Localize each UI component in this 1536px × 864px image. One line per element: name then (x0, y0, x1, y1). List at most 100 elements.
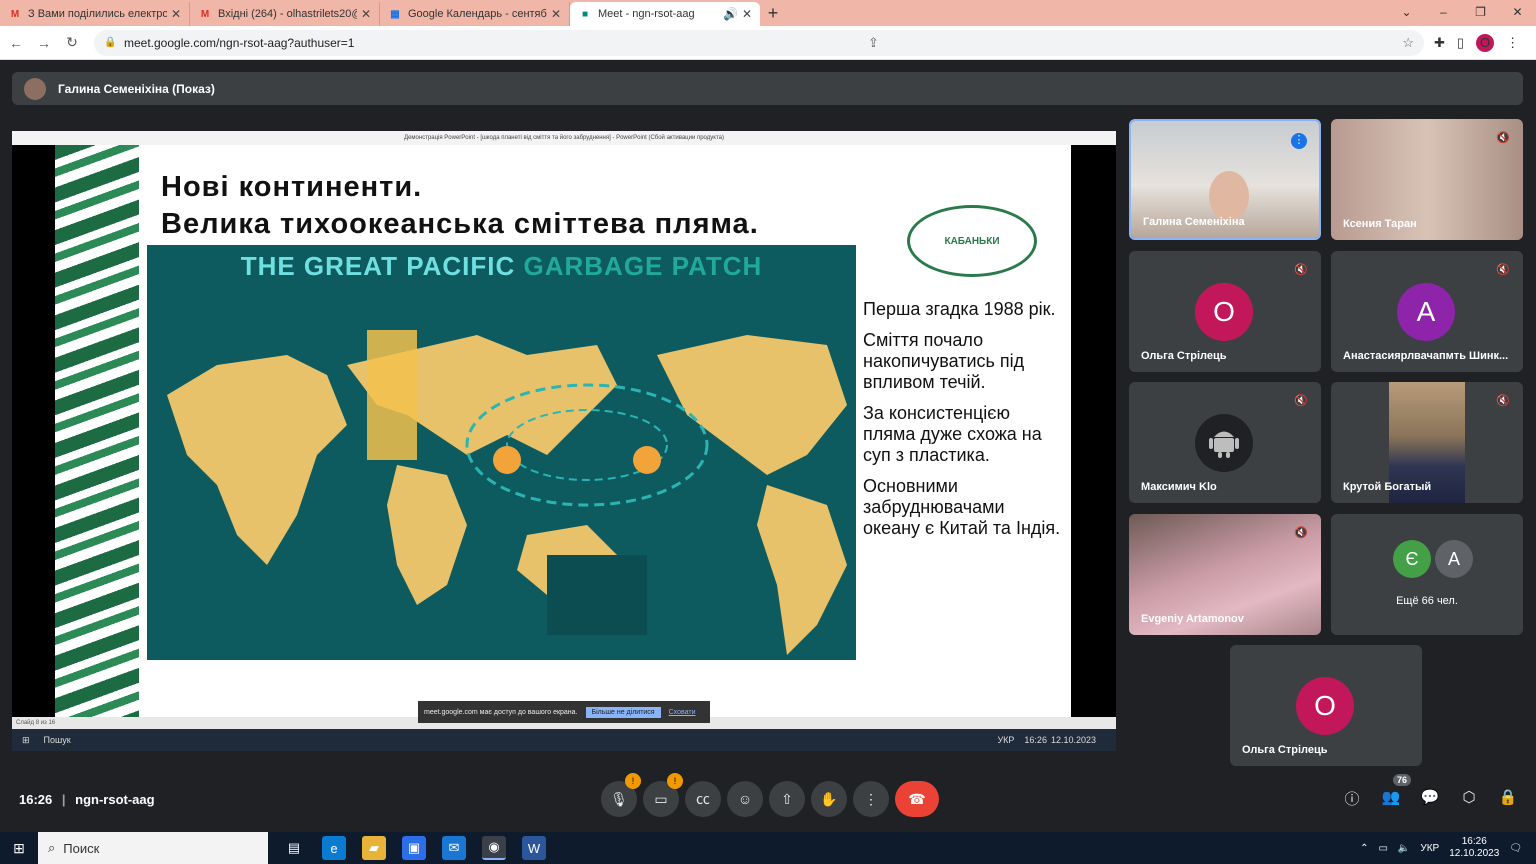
participant-tile[interactable]: О Ольга Стрілець (1230, 645, 1422, 766)
tab-gmail-shared[interactable]: M З Вами поділились електронною ✕ (0, 2, 190, 26)
reload-icon[interactable]: ↻ (60, 34, 84, 51)
notifications-icon[interactable]: 🗨 (1509, 843, 1522, 854)
address-bar: ← → ↻ 🔒 meet.google.com/ngn-rsot-aag?aut… (0, 26, 1536, 60)
activities-icon[interactable]: ⬡ (1457, 788, 1481, 812)
close-tab-icon[interactable]: ✕ (361, 7, 371, 21)
info-icon[interactable]: ⓘ (1340, 788, 1364, 812)
people-icon[interactable]: 👥 (1379, 788, 1403, 812)
edge-icon[interactable]: e (322, 836, 346, 860)
participant-tile[interactable]: 🔇 Ксения Таран (1331, 119, 1523, 240)
tab-gmail-inbox[interactable]: M Вхідні (264) - olhastrilets20@gm ✕ (190, 2, 380, 26)
minimize-button[interactable]: – (1425, 0, 1462, 26)
camera-icon: ▭ (654, 790, 668, 807)
task-view-icon[interactable]: ▤ (282, 836, 306, 860)
more-participants-tile[interactable]: Є А Ещё 66 чел. (1331, 514, 1523, 635)
microphone-icon: 🎙 (610, 790, 628, 807)
gmail-icon: M (10, 8, 20, 20)
mic-off-icon: 🔇 (1294, 264, 1308, 276)
network-icon[interactable]: ▭ (1378, 843, 1387, 854)
system-tray: ⌃ ▭ 🔈 УКР 16:26 12.10.2023 🗨 (1360, 836, 1522, 860)
decorative-wave (55, 145, 139, 717)
file-explorer-icon[interactable]: ▰ (362, 836, 386, 860)
more-options-button[interactable]: ⋮ (853, 781, 889, 817)
speaking-icon: ⋮ (1291, 133, 1307, 149)
hang-up-icon: ☎ (908, 790, 926, 807)
slide-title: Нові континенти. Велика тихоокеанська см… (161, 171, 759, 240)
more-avatars: Є А (1393, 540, 1473, 578)
mic-off-icon: 🔇 (1496, 264, 1510, 276)
stop-sharing-button[interactable]: Більше не ділитися (585, 706, 661, 718)
close-window-button[interactable]: ✕ (1499, 0, 1536, 26)
participant-tile[interactable]: 🔇 Максимич Klo (1129, 382, 1321, 503)
taskbar-search[interactable]: ⌕ Поиск (38, 832, 268, 864)
participant-count-badge: 76 (1393, 774, 1412, 786)
tab-search-icon[interactable]: ⌄ (1388, 0, 1425, 26)
participant-tile[interactable]: 🔇 О Ольга Стрілець (1129, 251, 1321, 372)
camera-toggle-button[interactable]: ▭! (643, 773, 683, 817)
audio-icon[interactable]: 🔊 (723, 7, 738, 21)
warning-badge: ! (625, 773, 641, 789)
url-field[interactable]: 🔒 meet.google.com/ngn-rsot-aag?authuser=… (94, 29, 1424, 56)
host-controls-icon[interactable]: 🔒 (1496, 788, 1520, 812)
participant-tile[interactable]: 🔇 Evgeniy Artamonov (1129, 514, 1321, 635)
profile-avatar[interactable]: O (1476, 33, 1495, 52)
close-tab-icon[interactable]: ✕ (171, 7, 181, 21)
participant-tile[interactable]: 🔇 А Анастасиярлвачапмть Шинк... (1331, 251, 1523, 372)
bookmark-star-icon[interactable]: ☆ (1402, 35, 1414, 51)
world-map (167, 330, 847, 655)
search-icon: ⌕ (48, 840, 56, 855)
gmail-icon: M (200, 8, 210, 20)
windows-taskbar: ⊞ ⌕ Поиск ▤ e ▰ ▣ ✉ ◉ W ⌃ ▭ 🔈 УКР 16:26 … (0, 832, 1536, 864)
shared-search: Пошук (43, 735, 71, 745)
leave-call-button[interactable]: ☎ (895, 781, 939, 817)
reactions-button[interactable]: ☺ (727, 781, 763, 817)
participant-tile[interactable]: ⋮ Галина Семеніхіна (1129, 119, 1321, 240)
shared-screen: Демонстрація PowerPoint - [шкода планеті… (12, 131, 1116, 751)
maximize-button[interactable]: ❐ (1462, 0, 1499, 26)
infographic: THE GREAT PACIFIC GARBAGE PATCH (147, 245, 856, 660)
share-page-icon[interactable]: ⇪ (868, 35, 879, 51)
new-tab-button[interactable]: + (760, 2, 786, 26)
volume-icon[interactable]: 🔈 (1398, 843, 1410, 854)
windows-start-icon: ⊞ (22, 734, 30, 745)
windows-start-icon[interactable]: ⊞ (0, 840, 38, 857)
participant-tile[interactable]: 🔇 Крутой Богатый (1331, 382, 1523, 503)
hand-icon: ✋ (820, 790, 838, 807)
present-button[interactable]: ⇧ (769, 781, 805, 817)
captions-button[interactable]: ㏄ (685, 781, 721, 817)
tray-arrow-icon[interactable]: ⌃ (1360, 843, 1368, 854)
chrome-icon[interactable]: ◉ (482, 836, 506, 860)
emoji-icon: ☺ (737, 791, 753, 807)
chat-icon[interactable]: 💬 (1418, 788, 1442, 812)
call-controls: 🎙! ▭! ㏄ ☺ ⇧ ✋ ⋮ ☎ (601, 773, 939, 817)
browser-menu-icon[interactable]: ⋮ (1506, 35, 1519, 51)
taskbar-clock[interactable]: 16:26 12.10.2023 (1449, 836, 1499, 860)
ppt-window-title: Демонстрація PowerPoint - [шкода планеті… (12, 131, 1116, 145)
infographic-title: THE GREAT PACIFIC GARBAGE PATCH (240, 251, 763, 281)
store-icon[interactable]: ▣ (402, 836, 426, 860)
mail-icon[interactable]: ✉ (442, 836, 466, 860)
share-notification: meet.google.com має доступ до вашого екр… (418, 701, 710, 723)
side-controls: ⓘ 👥 💬 ⬡ 🔒 (1340, 788, 1520, 812)
mic-off-icon: 🔇 (1496, 132, 1510, 144)
forward-icon[interactable]: → (32, 35, 56, 51)
close-tab-icon[interactable]: ✕ (551, 7, 561, 21)
back-icon[interactable]: ← (4, 35, 28, 51)
mic-off-icon: 🔇 (1496, 395, 1510, 407)
school-logo: КАБАНЬКИ (907, 205, 1037, 277)
hide-notice-link[interactable]: Сховати (669, 709, 696, 716)
raise-hand-button[interactable]: ✋ (811, 781, 847, 817)
tab-calendar[interactable]: ▦ Google Календарь - сентябрь 2 ✕ (380, 2, 570, 26)
avatar: О (1296, 677, 1354, 735)
extensions-icon[interactable]: ✚ (1434, 35, 1445, 51)
side-panel-icon[interactable]: ▯ (1457, 35, 1464, 51)
tab-meet[interactable]: ■ Meet - ngn-rsot-aag 🔊 ✕ (570, 2, 760, 26)
presentation-slide: Нові континенти. Велика тихоокеанська см… (55, 145, 1071, 717)
mic-toggle-button[interactable]: 🎙! (601, 773, 641, 817)
avatar: А (1435, 540, 1473, 578)
word-icon[interactable]: W (522, 836, 546, 860)
mic-off-icon: 🔇 (1294, 527, 1308, 539)
presenter-bar: Галина Семеніхіна (Показ) (12, 72, 1523, 105)
close-tab-icon[interactable]: ✕ (742, 7, 752, 21)
slide-bullets: Перша згадка 1988 рік. Сміття почало нак… (863, 299, 1061, 538)
